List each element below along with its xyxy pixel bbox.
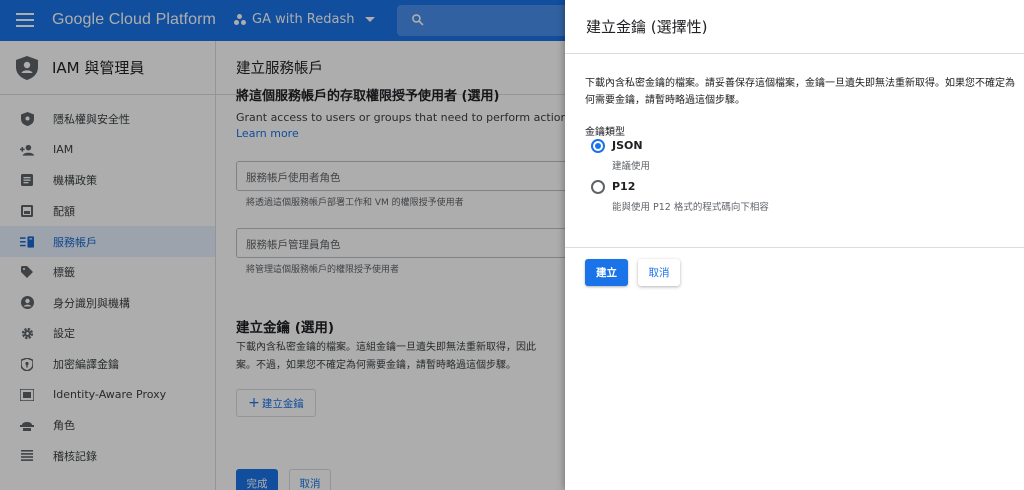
cancel-button[interactable]: 取消 <box>638 259 680 286</box>
radio-checked-icon[interactable] <box>591 139 605 153</box>
key-type-json-option[interactable]: JSON <box>591 139 643 153</box>
create-button[interactable]: 建立 <box>585 259 628 286</box>
json-label: JSON <box>612 139 643 152</box>
json-sub-label: 建議使用 <box>612 161 651 172</box>
create-key-dialog: 建立金鑰 (選擇性) 下載內含私密金鑰的檔案。請妥善保存這個檔案，金鑰一旦遺失即… <box>565 0 1024 490</box>
p12-label: P12 <box>612 180 636 193</box>
modal-scrim[interactable] <box>0 0 565 490</box>
divider <box>565 247 1024 248</box>
p12-sub-label: 能與使用 P12 格式的程式碼向下相容 <box>612 202 769 213</box>
key-type-p12-option[interactable]: P12 <box>591 180 635 194</box>
dialog-description: 下載內含私密金鑰的檔案。請妥善保存這個檔案，金鑰一旦遺失即無法重新取得。如果您不… <box>585 78 1015 106</box>
radio-unchecked-icon[interactable] <box>591 180 605 194</box>
dialog-title: 建立金鑰 (選擇性) <box>565 0 1024 54</box>
key-type-label: 金鑰類型 <box>585 127 625 138</box>
